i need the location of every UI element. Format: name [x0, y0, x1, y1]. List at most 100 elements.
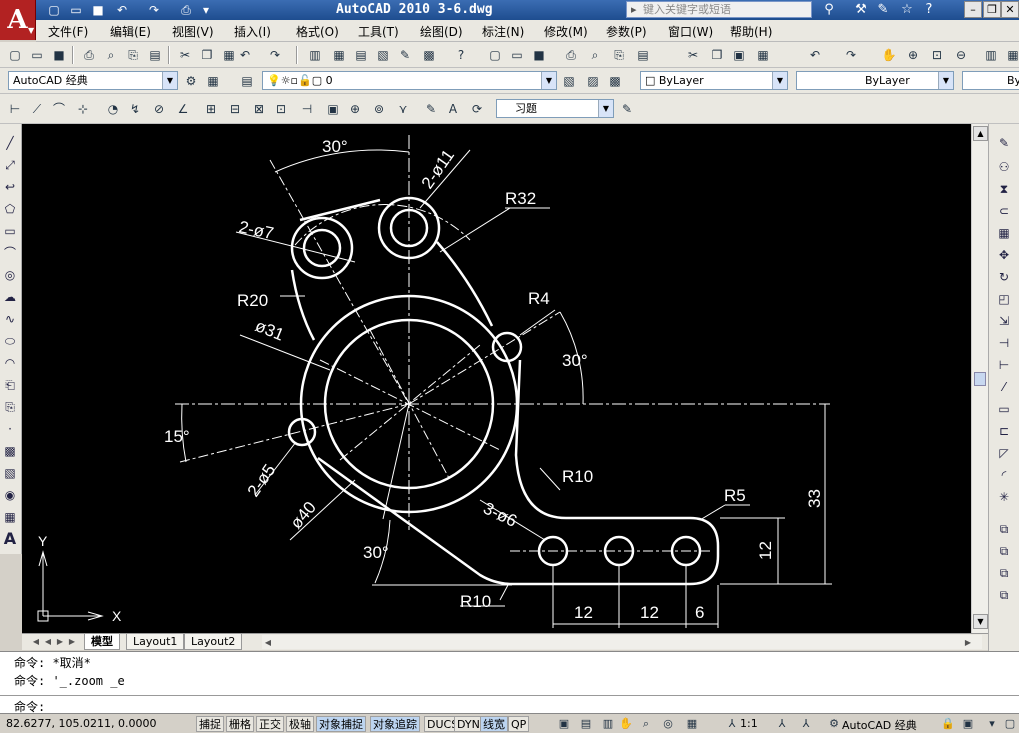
save-icon[interactable]: ■: [50, 46, 68, 64]
menu-window[interactable]: 窗口(W): [668, 23, 713, 40]
help-icon[interactable]: ?: [452, 46, 470, 64]
quick-view-layouts-icon[interactable]: ▤: [578, 716, 594, 732]
extend-icon[interactable]: ⊢: [994, 356, 1014, 374]
dim-space-icon[interactable]: ⊡: [272, 100, 290, 118]
spline-icon[interactable]: ∿: [0, 310, 20, 328]
calculator-icon[interactable]: ▩: [420, 46, 438, 64]
continue-dim-icon[interactable]: ⊠: [250, 100, 268, 118]
tab-model[interactable]: 模型: [84, 634, 120, 650]
menu-edit[interactable]: 编辑(E): [110, 23, 151, 40]
dimstyle-select[interactable]: 习题 ▼: [496, 99, 614, 118]
arc-icon[interactable]: ⌒: [0, 244, 20, 262]
color-select[interactable]: □ ByLayer ▼: [640, 71, 788, 90]
publish-icon[interactable]: ⎘: [610, 46, 628, 64]
new-icon[interactable]: ▢: [46, 2, 62, 18]
quick-dim-icon[interactable]: ⊞: [202, 100, 220, 118]
help-icon[interactable]: ?: [920, 1, 938, 19]
polygon-icon[interactable]: ⬠: [0, 200, 20, 218]
status-menu-icon[interactable]: ▾: [984, 716, 1000, 732]
paste-icon[interactable]: ▣: [730, 46, 748, 64]
next-tab-icon[interactable]: ▶: [54, 636, 66, 648]
undo-icon[interactable]: ↶: [114, 2, 130, 18]
annotation-scale-icon[interactable]: ⅄: [724, 716, 740, 732]
chamfer-icon[interactable]: ◸: [994, 444, 1014, 462]
table-icon[interactable]: ▦: [0, 508, 20, 526]
pan-icon[interactable]: ✋: [618, 716, 634, 732]
break-icon[interactable]: ▭: [994, 400, 1014, 418]
break-at-point-icon[interactable]: ⁄: [994, 378, 1014, 396]
mirror-icon[interactable]: ⧗: [994, 180, 1014, 198]
minimize-button[interactable]: –: [964, 1, 982, 18]
scroll-up-icon[interactable]: ▲: [973, 126, 988, 141]
construction-line-icon[interactable]: ⤢: [0, 156, 20, 174]
menu-dimension[interactable]: 标注(N): [482, 23, 524, 40]
layer-previous-icon[interactable]: ▨: [584, 72, 602, 90]
bring-front-icon[interactable]: ⧉: [994, 542, 1014, 560]
copy-icon[interactable]: ❐: [708, 46, 726, 64]
menu-help[interactable]: 帮助(H): [730, 23, 772, 40]
menu-parametric[interactable]: 参数(P): [606, 23, 647, 40]
close-button[interactable]: ✕: [1001, 1, 1019, 18]
save-icon[interactable]: ■: [530, 46, 548, 64]
lineweight-select[interactable]: ByLayer: [962, 71, 1019, 90]
redo-icon[interactable]: ↷: [842, 46, 860, 64]
settings-icon[interactable]: ⚙: [182, 72, 200, 90]
radius-dim-icon[interactable]: ◔: [104, 100, 122, 118]
match-properties-icon[interactable]: ▦: [754, 46, 772, 64]
ellipse-arc-icon[interactable]: ◠: [0, 354, 20, 372]
dim-break-icon[interactable]: ⊣: [298, 100, 316, 118]
join-icon[interactable]: ⊏: [994, 422, 1014, 440]
new-icon[interactable]: ▢: [486, 46, 504, 64]
model-space-icon[interactable]: ▣: [556, 716, 572, 732]
zoom-previous-icon[interactable]: ⊖: [952, 46, 970, 64]
print-icon[interactable]: ⎙: [178, 2, 194, 18]
rectangle-icon[interactable]: ▭: [0, 222, 20, 240]
arc-length-icon[interactable]: ⌒: [50, 100, 68, 118]
scroll-left-icon[interactable]: ◀: [262, 637, 274, 649]
copy-object-icon[interactable]: ⚇: [994, 158, 1014, 176]
vertical-scrollbar[interactable]: ▲ ▼: [971, 124, 988, 633]
last-tab-icon[interactable]: ▶: [66, 636, 78, 648]
grid-toggle[interactable]: 栅格: [226, 716, 254, 732]
qp-toggle[interactable]: QP: [508, 716, 530, 732]
hardware-accel-icon[interactable]: ▣: [960, 716, 976, 732]
wrench-icon[interactable]: ⚒: [852, 1, 870, 19]
osnap-toggle[interactable]: 对象捕捉: [316, 716, 366, 732]
chevron-down-icon[interactable]: ▾: [198, 2, 214, 18]
showmotion-icon[interactable]: ▦: [684, 716, 700, 732]
erase-icon[interactable]: ✎: [994, 134, 1014, 152]
dimstyle-manager-icon[interactable]: ✎: [618, 100, 636, 118]
workspace-status[interactable]: AutoCAD 经典: [842, 717, 917, 733]
zoom-window-icon[interactable]: ⊡: [928, 46, 946, 64]
undo-icon[interactable]: ↶: [236, 46, 254, 64]
region-icon[interactable]: ◉: [0, 486, 20, 504]
bring-above-icon[interactable]: ⧉: [994, 586, 1014, 604]
menu-view[interactable]: 视图(V): [172, 23, 214, 40]
tab-layout1[interactable]: Layout1: [126, 634, 185, 650]
quick-view-drawings-icon[interactable]: ▥: [600, 716, 616, 732]
horizontal-scrollbar[interactable]: ◀ ▶: [262, 635, 982, 649]
make-block-icon[interactable]: ⎘: [0, 398, 20, 416]
menu-tools[interactable]: 工具(T): [358, 23, 399, 40]
workspace-select[interactable]: AutoCAD 经典 ▼: [8, 71, 178, 90]
undo-icon[interactable]: ↶: [806, 46, 824, 64]
dim-update-icon[interactable]: ⟳: [468, 100, 486, 118]
lineweight-toggle[interactable]: 线宽: [480, 716, 508, 732]
diameter-dim-icon[interactable]: ⊘: [150, 100, 168, 118]
inspection-icon[interactable]: ⊚: [370, 100, 388, 118]
revision-cloud-icon[interactable]: ☁: [0, 288, 20, 306]
scale-icon[interactable]: ◰: [994, 290, 1014, 308]
send-back-icon[interactable]: ⧉: [994, 564, 1014, 582]
dimtedit-icon[interactable]: A: [444, 100, 462, 118]
open-icon[interactable]: ▭: [68, 2, 84, 18]
point-icon[interactable]: ·: [0, 420, 20, 438]
menu-modify[interactable]: 修改(M): [544, 23, 588, 40]
steering-wheel-icon[interactable]: ◎: [660, 716, 676, 732]
menu-file[interactable]: 文件(F): [48, 23, 88, 40]
markup-icon[interactable]: ✎: [396, 46, 414, 64]
layer-properties-icon[interactable]: ▤: [238, 72, 256, 90]
sheet-set-icon[interactable]: ▧: [374, 46, 392, 64]
drawing-canvas[interactable]: 30° 2-ø11 2-ø7 R32 R4 R20 ø31 30° 15° 2-…: [22, 124, 988, 633]
cut-icon[interactable]: ✂: [684, 46, 702, 64]
application-menu-button[interactable]: A ▼: [0, 0, 36, 40]
